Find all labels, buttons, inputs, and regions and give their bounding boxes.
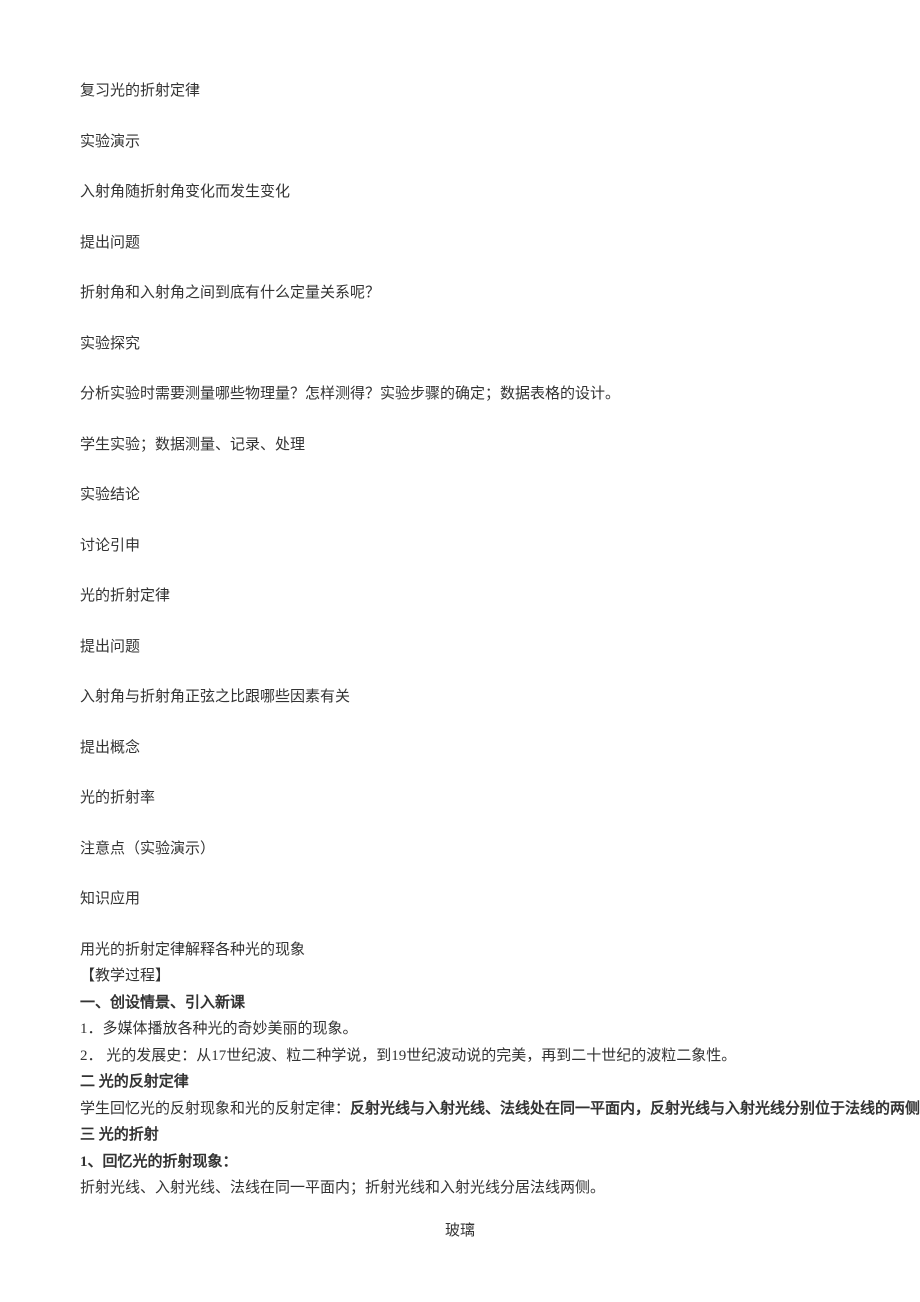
text-line: 折射角和入射角之间到底有什么定量关系呢？ xyxy=(80,282,840,305)
section-heading: 二 光的反射定律 xyxy=(80,1071,840,1094)
text-line-mixed: 学生回忆光的反射现象和光的反射定律：反射光线与入射光线、法线处在同一平面内，反射… xyxy=(80,1098,840,1121)
text-line: 用光的折射定律解释各种光的现象 xyxy=(80,939,840,962)
text-bold-segment: 反射光线与入射光线、法线处在同一平面内，反射光线与入射光线分别位于法线的两侧；反… xyxy=(350,1101,920,1117)
text-line: 1．多媒体播放各种光的奇妙美丽的现象。 xyxy=(80,1018,840,1041)
text-line: 实验结论 xyxy=(80,484,840,507)
text-line: 复习光的折射定律 xyxy=(80,80,840,103)
text-line: 知识应用 xyxy=(80,888,840,911)
text-line: 提出问题 xyxy=(80,636,840,659)
text-line: 2． 光的发展史：从17世纪波、粒二种学说，到19世纪波动说的完美，再到二十世纪… xyxy=(80,1045,840,1068)
text-line: 分析实验时需要测量哪些物理量？怎样测得？实验步骤的确定；数据表格的设计。 xyxy=(80,383,840,406)
text-line: 注意点（实验演示） xyxy=(80,838,840,861)
text-line: 光的折射率 xyxy=(80,787,840,810)
text-line: 折射光线、入射光线、法线在同一平面内；折射光线和入射光线分居法线两侧。 xyxy=(80,1177,840,1200)
section-heading: 一、创设情景、引入新课 xyxy=(80,992,840,1015)
text-prefix: 学生回忆光的反射现象和光的反射定律： xyxy=(80,1101,350,1117)
text-line: 入射角随折射角变化而发生变化 xyxy=(80,181,840,204)
section-marker: 【教学过程】 xyxy=(80,965,840,988)
text-line: 实验探究 xyxy=(80,333,840,356)
text-line: 入射角与折射角正弦之比跟哪些因素有关 xyxy=(80,686,840,709)
text-line: 实验演示 xyxy=(80,131,840,154)
section-heading: 三 光的折射 xyxy=(80,1124,840,1147)
sub-heading: 1、回忆光的折射现象： xyxy=(80,1151,840,1174)
text-line: 光的折射定律 xyxy=(80,585,840,608)
figure-label: 玻璃 xyxy=(80,1220,840,1243)
text-line: 学生实验；数据测量、记录、处理 xyxy=(80,434,840,457)
text-line: 提出问题 xyxy=(80,232,840,255)
text-line: 讨论引申 xyxy=(80,535,840,558)
text-line: 提出概念 xyxy=(80,737,840,760)
